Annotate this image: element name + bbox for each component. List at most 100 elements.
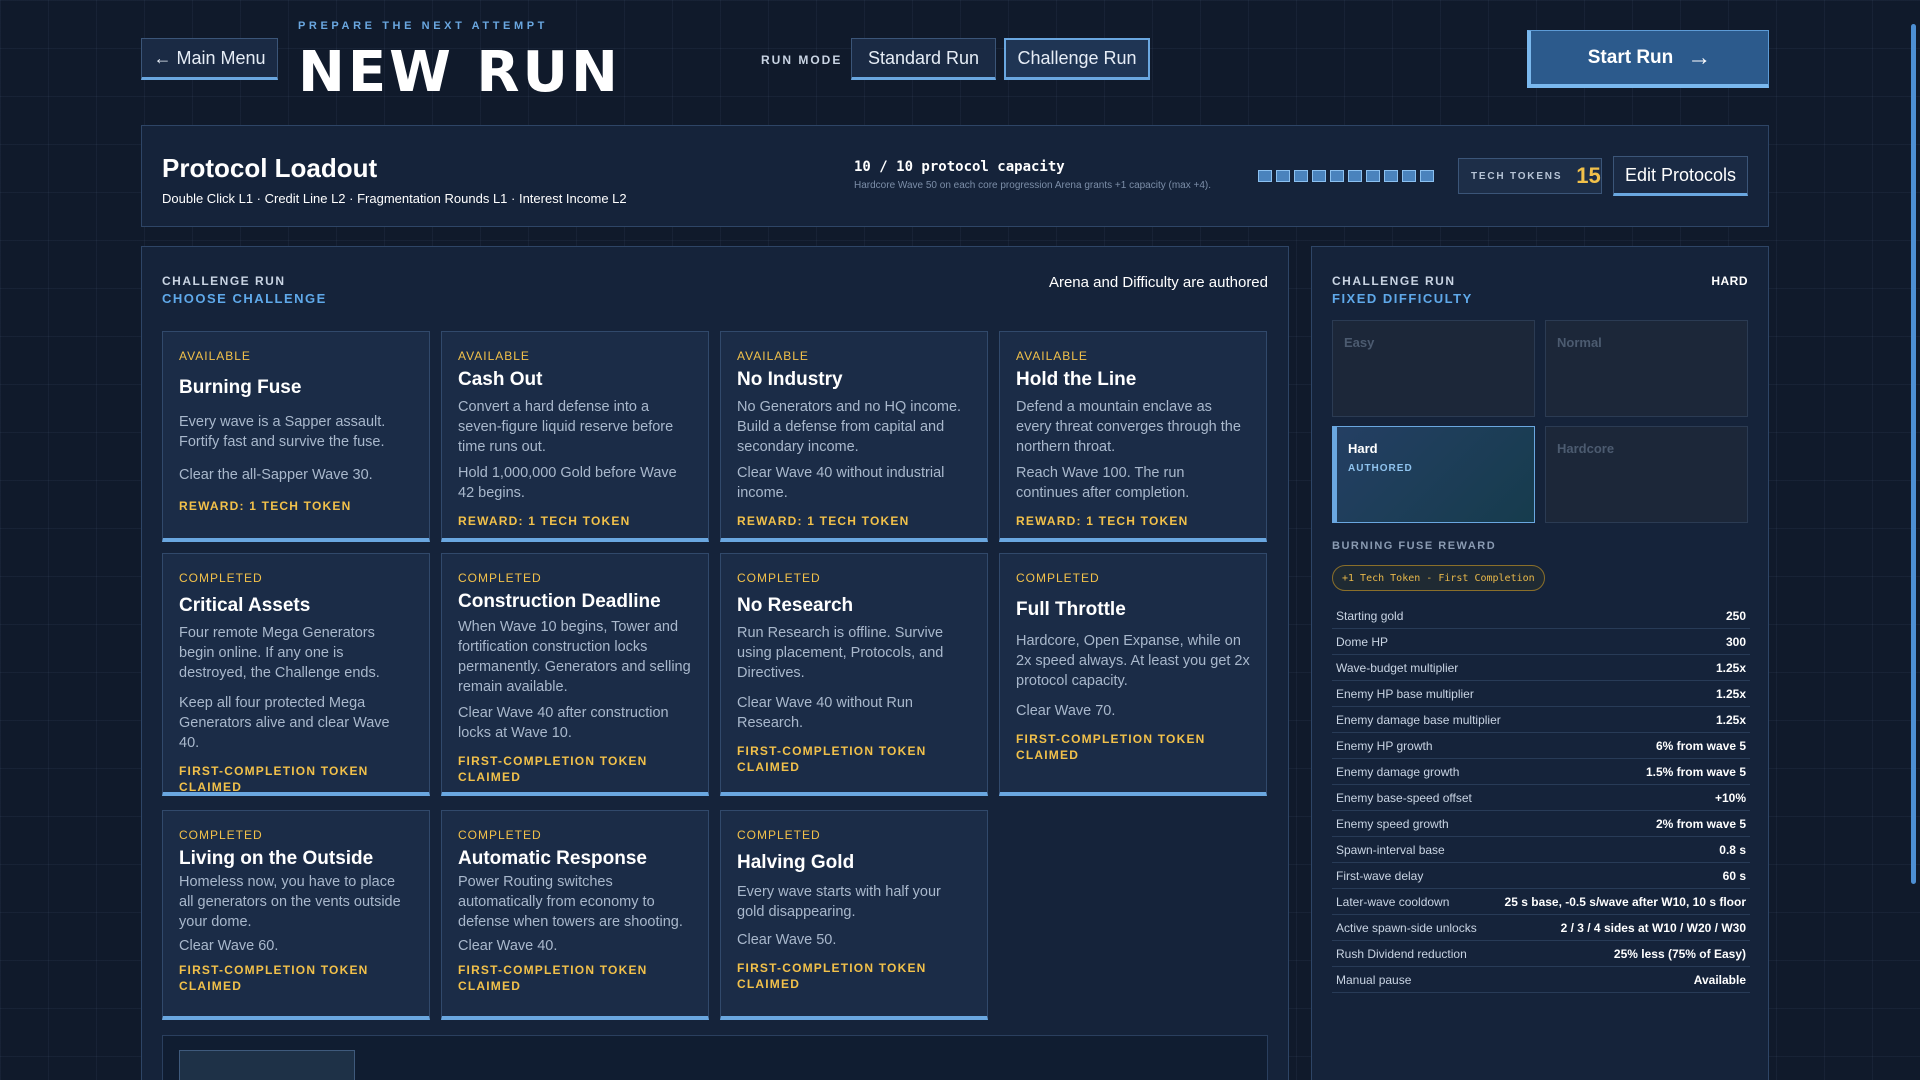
card-reward: FIRST-COMPLETION TOKEN CLAIMED [179,963,369,993]
edit-protocols-button[interactable]: Edit Protocols [1613,156,1748,196]
card-goal: Clear Wave 40 without Run Research. [737,695,913,731]
capacity-note: Hardcore Wave 50 on each core progressio… [854,180,1212,191]
stat-value: 2 / 3 / 4 sides at W10 / W20 / W30 [1560,920,1746,935]
card-reward: REWARD: 1 TECH TOKEN [179,499,352,513]
card-goal: Clear Wave 40 without industrial income. [737,465,945,501]
card-description: When Wave 10 begins, Tower and fortifica… [458,619,691,695]
reward-pill: +1 Tech Token - First Completion [1332,565,1545,591]
start-run-button[interactable]: Start Run → [1527,30,1769,88]
card-title: Critical Assets [179,595,311,616]
reward-heading: BURNING FUSE REWARD [1332,540,1497,552]
stat-value: 2% from wave 5 [1655,816,1746,831]
difficulty-authored-tag: AUTHORED [1348,463,1413,474]
stat-label: First-wave delay [1336,868,1424,883]
stat-row: Manual pause Available [1332,967,1750,993]
stat-value: 1.25x [1715,660,1746,675]
challenge-card-no-industry[interactable]: AVAILABLE No Industry No Generators and … [720,331,988,542]
stat-label: Enemy damage growth [1336,764,1460,779]
card-goal: Clear Wave 50. [737,932,837,948]
difficulty-kicker: CHALLENGE RUN [1332,274,1456,288]
challenges-subtitle: CHOOSE CHALLENGE [162,291,327,306]
challenge-card-no-research[interactable]: COMPLETED No Research Run Research is of… [720,553,988,796]
stat-row: Active spawn-side unlocks 2 / 3 / 4 sides… [1332,915,1750,941]
stat-row: First-wave delay 60 s [1332,863,1750,889]
capacity-pip [1258,170,1272,182]
card-title: No Industry [737,369,843,390]
stat-label: Enemy damage base multiplier [1336,712,1501,727]
capacity-pip [1330,170,1344,182]
card-title: Halving Gold [737,852,855,873]
capacity-pip [1294,170,1308,182]
difficulty-name: Hardcore [1557,441,1615,456]
stat-label: Spawn-interval base [1336,842,1445,857]
stat-row: Later-wave cooldown 25 s base, -0.5 s/wav… [1332,889,1750,915]
challenge-card-hold-the-line[interactable]: AVAILABLE Hold the Line Defend a mountai… [999,331,1267,542]
card-reward: REWARD: 1 TECH TOKEN [737,514,910,528]
difficulty-name: Normal [1557,335,1602,350]
card-status: COMPLETED [737,571,821,585]
card-goal: Hold 1,000,000 Gold before Wave 42 begin… [458,465,677,501]
page-title: NEW RUN [298,40,621,105]
stat-row: Dome HP 300 [1332,629,1750,655]
capacity-pip [1276,170,1290,182]
stat-label: Wave-budget multiplier [1336,660,1459,675]
card-status: COMPLETED [458,571,542,585]
card-status: COMPLETED [458,828,542,842]
main-menu-button[interactable]: ← Main Menu [141,38,278,80]
loadout-protocol-list: Double Click L1 · Credit Line L2 · Fragm… [162,191,627,206]
authored-note: Arena and Difficulty are authored [1048,274,1268,291]
difficulty-name: Hard [1348,441,1378,456]
card-description: Four remote Mega Generators begin online… [179,625,380,681]
stat-value: 1.25x [1715,712,1746,727]
difficulty-header: CHALLENGE RUN FIXED DIFFICULTY [1332,274,1473,306]
card-reward: FIRST-COMPLETION TOKEN CLAIMED [737,961,927,991]
challenge-card-automatic-response[interactable]: COMPLETED Automatic Response Power Routi… [441,810,709,1020]
stat-value: 0.8 s [1719,842,1746,857]
capacity-pips [1258,170,1434,182]
card-description: Homeless now, you have to place all gene… [179,874,401,930]
capacity-pip [1402,170,1416,182]
stat-value: 6% from wave 5 [1655,738,1746,753]
stat-value: Available [1693,972,1746,987]
page-scrollbar[interactable] [1911,24,1916,884]
page-eyebrow: PREPARE THE NEXT ATTEMPT [298,20,548,32]
challenges-kicker: CHALLENGE RUN [162,274,286,288]
difficulty-panel: CHALLENGE RUN FIXED DIFFICULTY HARD Easy… [1311,246,1769,1080]
protocol-loadout-panel: Protocol Loadout Double Click L1 · Credi… [141,125,1769,227]
start-run-label: Start Run [1587,46,1674,68]
stat-label: Enemy speed growth [1336,816,1449,831]
standard-run-button[interactable]: Standard Run [851,38,996,80]
challenge-card-construction-deadline[interactable]: COMPLETED Construction Deadline When Wav… [441,553,709,796]
card-description: Hardcore, Open Expanse, while on 2x spee… [1016,633,1250,689]
challenge-card-critical-assets[interactable]: COMPLETED Critical Assets Four remote Me… [162,553,430,796]
card-goal: Clear Wave 40. [458,938,558,954]
card-title: Automatic Response [458,848,647,869]
challenge-run-button[interactable]: Challenge Run [1004,38,1150,80]
stat-value: +10% [1714,790,1746,805]
stat-row: Enemy damage growth 1.5% from wave 5 [1332,759,1750,785]
difficulty-stats-table: Starting gold 250 Dome HP 300 Wave-budget mu… [1332,603,1750,993]
difficulty-tile-normal: Normal [1545,320,1748,417]
card-status: COMPLETED [179,828,263,842]
challenge-card-full-throttle[interactable]: COMPLETED Full Throttle Hardcore, Open E… [999,553,1267,796]
challenge-card-cash-out[interactable]: AVAILABLE Cash Out Convert a hard defens… [441,331,709,542]
challenge-card-halving-gold[interactable]: COMPLETED Halving Gold Every wave starts… [720,810,988,1020]
card-description: Every wave starts with half your gold di… [737,884,941,920]
card-description: Every wave is a Sapper assault. Fortify … [179,414,386,450]
card-goal: Clear Wave 60. [179,938,279,954]
card-goal: Clear Wave 70. [1016,703,1116,719]
card-reward: FIRST-COMPLETION TOKEN CLAIMED [458,963,648,993]
stat-row: Rush Dividend reduction 25% less (75% of … [1332,941,1750,967]
card-title: Construction Deadline [458,591,661,612]
challenge-card-living-on-the-outside[interactable]: COMPLETED Living on the Outside Homeless… [162,810,430,1020]
tech-tokens-value: 15 [1576,163,1601,188]
difficulty-name: Easy [1344,335,1375,350]
challenges-panel: CHALLENGE RUN CHOOSE CHALLENGE Arena and… [141,246,1289,1080]
stat-label: Later-wave cooldown [1336,894,1450,909]
card-status: COMPLETED [737,828,821,842]
challenge-card-burning-fuse[interactable]: AVAILABLE Burning Fuse Every wave is a S… [162,331,430,542]
stat-value: 300 [1725,634,1746,649]
stat-value: 1.25x [1715,686,1746,701]
challenges-header: CHALLENGE RUN CHOOSE CHALLENGE [162,274,327,306]
main-menu-label: ← Main Menu [153,47,266,68]
